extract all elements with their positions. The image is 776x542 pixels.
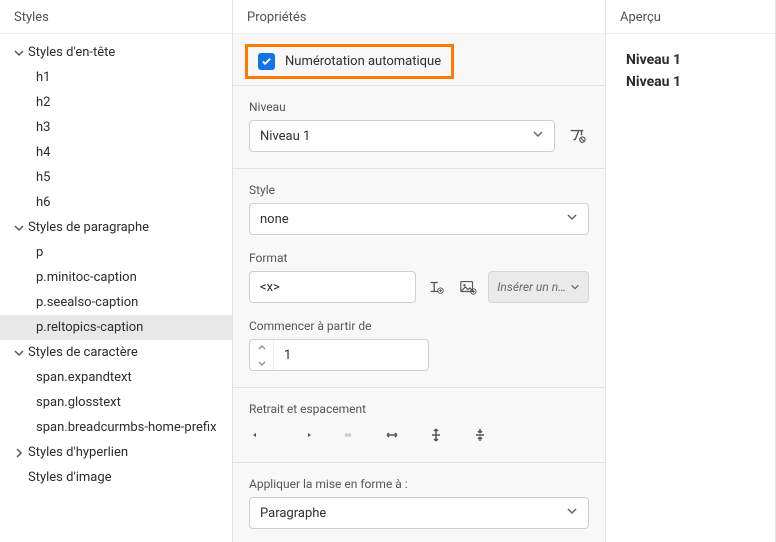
indent-icon[interactable] [293, 424, 315, 446]
tree-item-h5[interactable]: h5 [0, 165, 232, 190]
indent-label: Retrait et espacement [249, 402, 589, 416]
start-label: Commencer à partir de [249, 319, 589, 333]
format-value: <x> [260, 280, 280, 295]
preview-line: Niveau 1 [626, 74, 755, 90]
preview-body: Niveau 1 Niveau 1 [606, 34, 775, 114]
tree-group-label: Styles de paragraphe [28, 220, 149, 235]
chevron-down-icon [570, 282, 580, 292]
tree-group-character-styles[interactable]: Styles de caractère [0, 340, 232, 365]
spacing-expand-vertical-icon[interactable] [425, 424, 447, 446]
stepper-down-icon[interactable] [250, 355, 273, 370]
style-select[interactable]: none [249, 203, 589, 235]
tree-item-h3[interactable]: h3 [0, 115, 232, 140]
tree-group-image-styles[interactable]: Styles d'image [0, 465, 232, 490]
level-value: Niveau 1 [260, 129, 310, 144]
outdent-icon[interactable] [249, 424, 271, 446]
insert-number-dropdown[interactable]: Insérer un n… [488, 271, 589, 303]
level-select[interactable]: Niveau 1 [249, 120, 555, 152]
tree-group-label: Styles d'image [28, 470, 112, 485]
chevron-down-icon [12, 221, 26, 235]
tree-item-breadcrumbs[interactable]: span.breadcurmbs-home-prefix [0, 415, 232, 440]
styles-tree: Styles d'en-tête h1 h2 h3 h4 h5 h6 Style… [0, 34, 232, 496]
autonum-highlight: Numérotation automatique [245, 44, 454, 79]
tree-group-label: Styles d'en-tête [28, 45, 115, 60]
style-label: Style [249, 183, 589, 197]
chevron-down-icon [566, 505, 578, 521]
format-input[interactable]: <x> [249, 271, 416, 303]
level-label: Niveau [249, 100, 589, 114]
start-value: 1 [274, 340, 428, 370]
tree-group-label: Styles de caractère [28, 345, 138, 360]
chevron-down-icon [566, 211, 578, 227]
tree-group-hyperlink-styles[interactable]: Styles d'hyperlien [0, 440, 232, 465]
tree-item-expandtext[interactable]: span.expandtext [0, 365, 232, 390]
tree-item-glosstext[interactable]: span.glosstext [0, 390, 232, 415]
tree-item-h2[interactable]: h2 [0, 90, 232, 115]
insert-image-icon[interactable] [456, 275, 480, 299]
stepper-up-icon[interactable] [250, 340, 273, 355]
chevron-down-icon [12, 46, 26, 60]
autonum-checkbox[interactable] [258, 53, 275, 70]
tree-group-header-styles[interactable]: Styles d'en-tête [0, 40, 232, 65]
autonum-label: Numérotation automatique [285, 54, 441, 69]
start-stepper[interactable]: 1 [249, 339, 429, 371]
preview-header: Aperçu [606, 0, 775, 34]
format-label: Format [249, 251, 589, 265]
insert-number-label: Insérer un n… [497, 280, 566, 294]
check-icon [261, 56, 272, 67]
tree-item-p[interactable]: p [0, 240, 232, 265]
apply-value: Paragraphe [260, 506, 326, 521]
chevron-down-icon [12, 346, 26, 360]
tree-group-paragraph-styles[interactable]: Styles de paragraphe [0, 215, 232, 240]
apply-label: Appliquer la mise en forme à : [249, 477, 589, 491]
style-value: none [260, 212, 289, 227]
preview-line: Niveau 1 [626, 52, 755, 68]
spacing-collapse-vertical-icon[interactable] [469, 424, 491, 446]
chevron-down-icon [532, 128, 544, 144]
chevron-right-icon [12, 446, 26, 460]
spacing-horizontal-icon[interactable] [381, 424, 403, 446]
tree-item-h1[interactable]: h1 [0, 65, 232, 90]
spacing-reduce-horizontal-icon[interactable] [337, 424, 359, 446]
tree-group-label: Styles d'hyperlien [28, 445, 128, 460]
tree-item-seealso[interactable]: p.seealso-caption [0, 290, 232, 315]
tree-item-h4[interactable]: h4 [0, 140, 232, 165]
reset-format-icon[interactable] [565, 124, 589, 148]
properties-header: Propriétés [233, 0, 605, 34]
tree-item-minitoc[interactable]: p.minitoc-caption [0, 265, 232, 290]
apply-select[interactable]: Paragraphe [249, 497, 589, 529]
insert-text-icon[interactable] [424, 275, 448, 299]
tree-item-reltopics[interactable]: p.reltopics-caption [0, 315, 232, 340]
styles-header: Styles [0, 0, 232, 34]
tree-item-h6[interactable]: h6 [0, 190, 232, 215]
